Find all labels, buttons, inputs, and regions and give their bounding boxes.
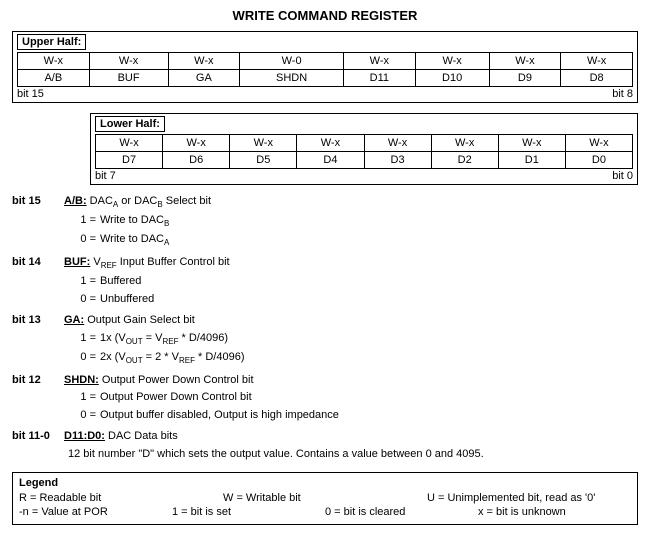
lower-wx-row: W-x W-x W-x W-x W-x W-x W-x W-x [96, 135, 633, 152]
legend-row-1: R = Readable bit W = Writable bit U = Un… [19, 492, 631, 504]
upper-bit-range: bit 15 bit 8 [17, 88, 633, 100]
legend-section: Legend R = Readable bit W = Writable bit… [12, 472, 638, 525]
page-title: WRITE COMMAND REGISTER [12, 8, 638, 23]
lower-half-table: W-x W-x W-x W-x W-x W-x W-x W-x D7 D6 D5… [95, 134, 633, 169]
legend-row-2: -n = Value at POR 1 = bit is set 0 = bit… [19, 506, 631, 518]
upper-half-label: Upper Half: [17, 34, 86, 50]
upper-wx-row: W-x W-x W-x W-0 W-x W-x W-x W-x [18, 53, 633, 70]
lower-bit-range: bit 7 bit 0 [95, 170, 633, 182]
upper-half-table: W-x W-x W-x W-0 W-x W-x W-x W-x A/B BUF … [17, 52, 633, 87]
desc-bit11-0: bit 11-0 D11:D0: DAC Data bits 12 bit nu… [12, 428, 638, 463]
desc-bit13: bit 13 GA: Output Gain Select bit 1 =1x … [12, 312, 638, 368]
desc-bit12: bit 12 SHDN: Output Power Down Control b… [12, 372, 638, 425]
lower-name-row: D7 D6 D5 D4 D3 D2 D1 D0 [96, 152, 633, 169]
description-section: bit 15 A/B: DACA or DACB Select bit 1 =W… [12, 193, 638, 464]
desc-bit14: bit 14 BUF: VREF Input Buffer Control bi… [12, 254, 638, 308]
upper-half-section: Upper Half: W-x W-x W-x W-0 W-x W-x W-x … [12, 31, 638, 103]
desc-bit15: bit 15 A/B: DACA or DACB Select bit 1 =W… [12, 193, 638, 250]
lower-half-label: Lower Half: [95, 116, 165, 132]
upper-name-row: A/B BUF GA SHDN D11 D10 D9 D8 [18, 70, 633, 87]
legend-title: Legend [19, 477, 631, 489]
lower-half-section: Lower Half: W-x W-x W-x W-x W-x W-x W-x … [90, 113, 638, 185]
